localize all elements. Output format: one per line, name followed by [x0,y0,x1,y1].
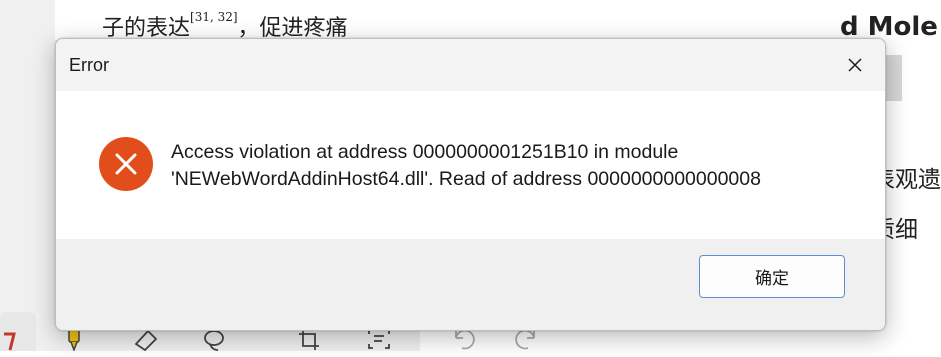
close-icon [848,58,862,72]
citation: [31, 32] [190,9,238,24]
dialog-title: Error [69,55,109,75]
pen-tool-icon [4,332,16,351]
ok-button[interactable]: 确定 [699,255,845,298]
dialog-titlebar[interactable]: Error [56,39,885,91]
error-message: Access violation at address 000000000125… [171,141,761,190]
error-dialog: Error Access violation at address 000000… [55,38,886,331]
close-button[interactable] [835,49,875,81]
error-icon [99,137,153,191]
dialog-content: Access violation at address 000000000125… [56,91,885,239]
toolbar-active-tool[interactable] [0,312,36,351]
dialog-footer: 确定 [56,239,885,330]
